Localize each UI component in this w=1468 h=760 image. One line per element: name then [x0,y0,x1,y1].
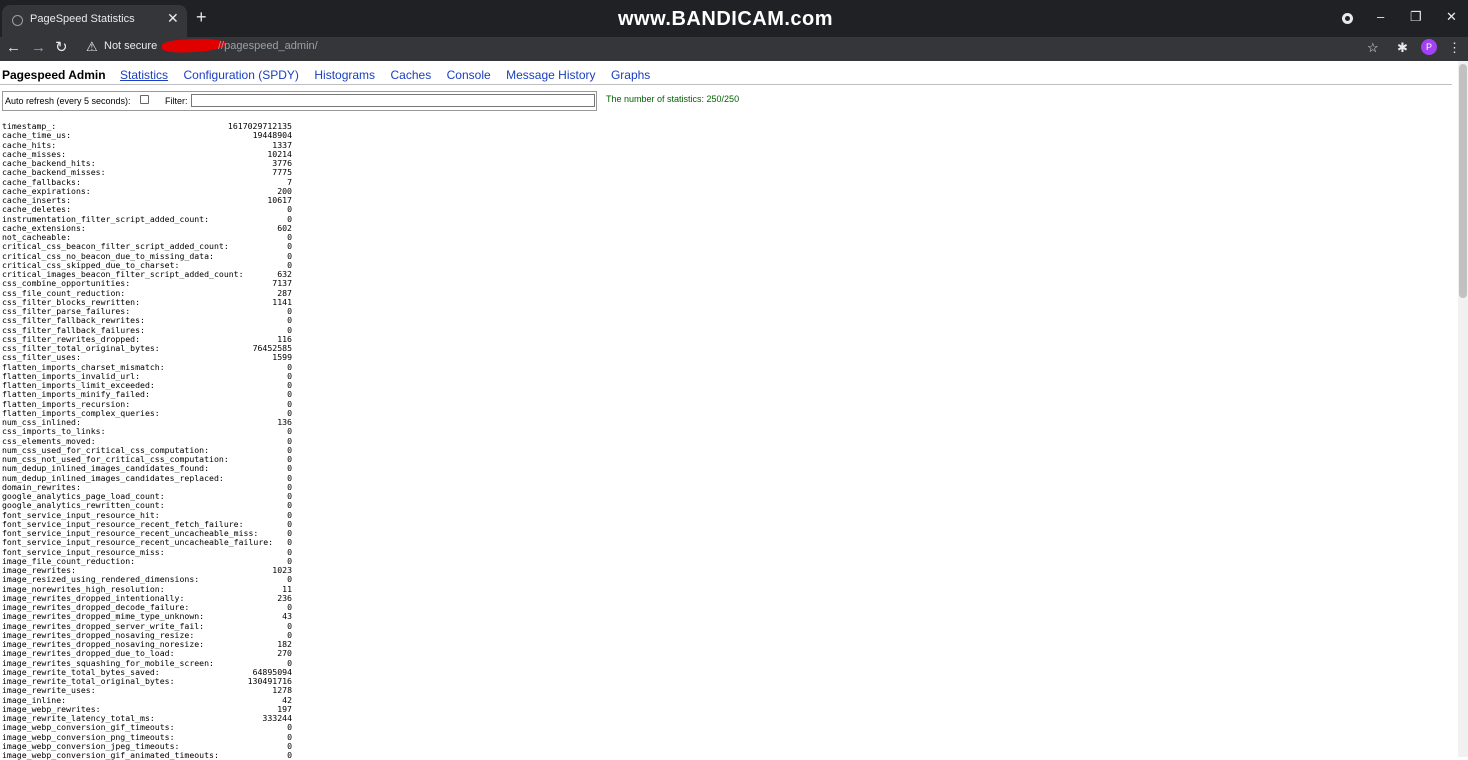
tab-title: PageSpeed Statistics [30,13,135,25]
reload-button[interactable]: ↻ [55,39,68,57]
auto-refresh-label: Auto refresh (every 5 seconds): [5,96,131,106]
nav-link-statistics[interactable]: Statistics [120,68,168,82]
stat-row: image_webp_conversion_gif_animated_timeo… [2,750,292,760]
nav-link-graphs[interactable]: Graphs [611,68,650,82]
nav-link-console[interactable]: Console [447,68,491,82]
profile-avatar[interactable]: P [1421,39,1437,55]
bandicam-watermark: www.BANDICAM.com [618,8,834,30]
new-tab-button[interactable]: + [196,8,207,26]
minimize-button[interactable]: – [1377,9,1384,25]
extensions-icon[interactable]: ✱ [1397,40,1408,56]
back-button[interactable]: ← [6,39,21,57]
stat-name: image_webp_conversion_gif_animated_timeo… [2,750,219,760]
nav-link-histograms[interactable]: Histograms [314,68,375,82]
close-tab-icon[interactable]: ✕ [167,11,179,25]
record-icon[interactable] [1342,13,1353,24]
divider [0,84,1452,85]
browser-tab[interactable]: PageSpeed Statistics ✕ [2,5,187,37]
admin-title: Pagespeed Admin [2,68,106,82]
address-bar[interactable]: ⚠ Not secure //pagespeed_admin/ [78,37,1358,59]
browser-titlebar: PageSpeed Statistics ✕ + www.BANDICAM.co… [0,0,1468,37]
nav-link-configuration[interactable]: Configuration (SPDY) [184,68,299,82]
maximize-button[interactable]: ❐ [1410,9,1422,25]
warning-icon: ⚠ [86,39,98,54]
close-window-button[interactable]: ✕ [1446,9,1457,25]
menu-icon[interactable]: ⋮ [1448,40,1461,56]
page-scrollbar[interactable] [1458,61,1468,757]
nav-link-message-history[interactable]: Message History [506,68,595,82]
statistics-list: timestamp_: 1617029712135 cache_time_us: 19… [2,121,292,760]
globe-icon [12,15,23,26]
bookmark-star-icon[interactable]: ☆ [1367,40,1379,56]
scrollbar-thumb[interactable] [1459,64,1467,298]
forward-button[interactable]: → [31,39,46,57]
nav-link-caches[interactable]: Caches [391,68,432,82]
url-text[interactable]: //pagespeed_admin/ [218,40,318,52]
filter-label: Filter: [165,96,188,106]
admin-nav: Pagespeed Admin Statistics Configuration… [2,66,661,82]
auto-refresh-checkbox[interactable] [140,95,149,104]
filter-bar: Auto refresh (every 5 seconds): Filter: [2,91,597,111]
not-secure-label[interactable]: Not secure [104,40,157,52]
page-content: Pagespeed Admin Statistics Configuration… [0,61,1458,760]
redaction-mark [161,37,227,54]
stat-value: 0 [287,750,292,760]
filter-input[interactable] [191,94,595,107]
browser-toolbar: ← → ↻ ⚠ Not secure //pagespeed_admin/ ☆ … [0,37,1468,61]
statistics-count: The number of statistics: 250/250 [606,94,740,104]
